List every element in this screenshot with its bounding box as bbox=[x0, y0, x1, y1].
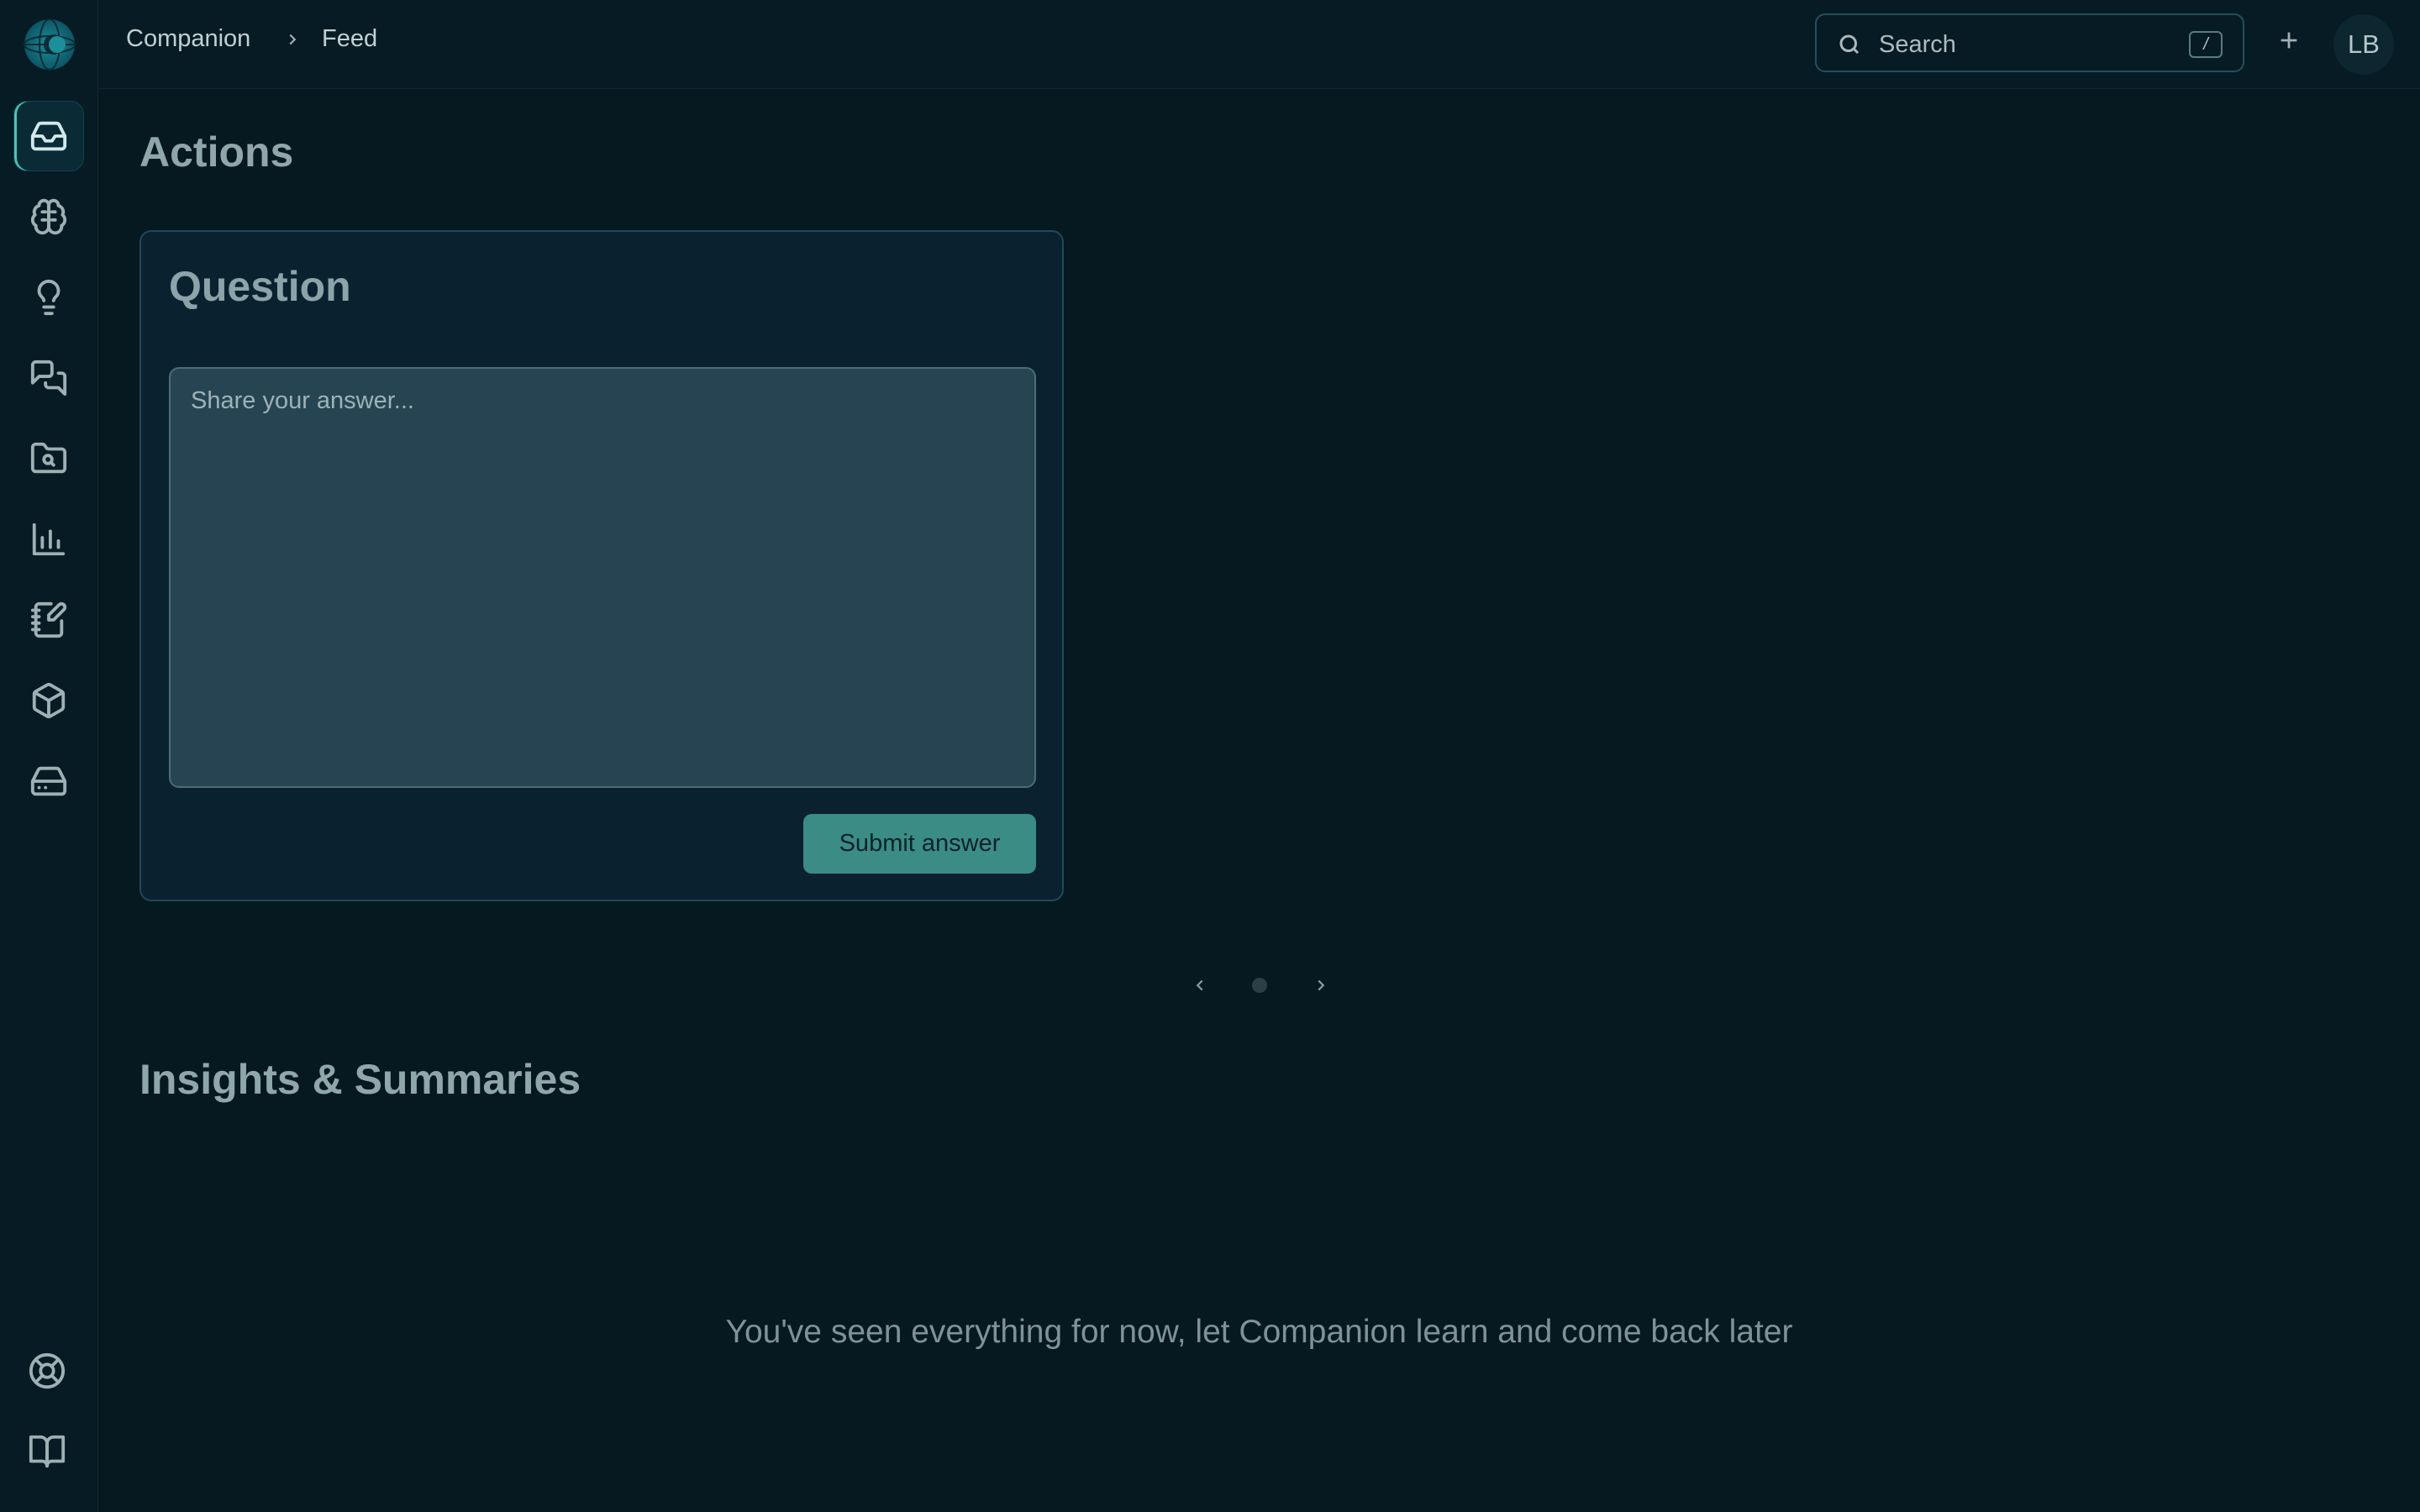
sidebar-item-chats[interactable] bbox=[13, 343, 84, 413]
empty-state-message: You've seen everything for now, let Comp… bbox=[725, 1314, 1793, 1350]
chevron-right-icon bbox=[1318, 979, 1325, 991]
sidebar-item-brain[interactable] bbox=[13, 181, 84, 252]
sidebar-item-docs[interactable] bbox=[12, 1416, 82, 1487]
inbox-icon bbox=[30, 121, 67, 151]
sidebar-item-analytics[interactable] bbox=[13, 504, 84, 575]
add-button[interactable] bbox=[2272, 24, 2306, 57]
breadcrumb-item-feed: Feed bbox=[322, 25, 378, 52]
book-icon bbox=[29, 1435, 66, 1468]
companion-logo-icon[interactable] bbox=[24, 18, 76, 71]
sidebar-item-storage[interactable] bbox=[13, 746, 84, 816]
storage-drive-icon bbox=[30, 766, 67, 796]
submit-answer-button[interactable]: Submit answer bbox=[803, 814, 1036, 874]
pager-prev-button[interactable] bbox=[1187, 973, 1213, 998]
search-input[interactable]: Search / bbox=[1815, 13, 2244, 72]
sidebar-item-help[interactable] bbox=[12, 1336, 82, 1406]
cube-icon bbox=[32, 682, 66, 719]
search-shortcut-key: / bbox=[2189, 31, 2223, 58]
plus-icon bbox=[2281, 32, 2297, 49]
brain-icon bbox=[30, 198, 67, 235]
answer-textarea[interactable] bbox=[169, 367, 1036, 788]
sidebar bbox=[0, 0, 98, 1512]
breadcrumb-item-companion[interactable]: Companion bbox=[126, 25, 250, 53]
search-icon bbox=[1837, 32, 1862, 57]
bar-chart-icon bbox=[32, 522, 66, 556]
notebook-edit-icon bbox=[30, 601, 67, 638]
lightbulb-icon bbox=[37, 280, 60, 316]
sidebar-item-inbox[interactable] bbox=[13, 101, 84, 171]
topbar: Companion Feed Search / LB bbox=[98, 0, 2420, 89]
help-lifebuoy-icon bbox=[29, 1352, 66, 1389]
pager-next-button[interactable] bbox=[1308, 973, 1334, 998]
chevron-right-icon bbox=[283, 30, 302, 49]
pager-dot[interactable] bbox=[1252, 978, 1267, 993]
avatar[interactable]: LB bbox=[2333, 14, 2394, 75]
folder-search-icon bbox=[30, 442, 67, 474]
sidebar-item-models[interactable] bbox=[13, 665, 84, 736]
sidebar-item-files[interactable] bbox=[13, 423, 84, 494]
insights-title: Insights & Summaries bbox=[139, 1056, 581, 1103]
sidebar-item-insights[interactable] bbox=[13, 262, 84, 333]
chat-bubbles-icon bbox=[30, 360, 67, 396]
search-placeholder: Search bbox=[1879, 31, 1956, 58]
actions-title: Actions bbox=[139, 129, 294, 176]
chevron-left-icon bbox=[1196, 979, 1203, 991]
sidebar-item-notebook[interactable] bbox=[13, 585, 84, 655]
question-title: Question bbox=[169, 263, 351, 310]
question-card: Question Submit answer bbox=[139, 230, 1064, 901]
